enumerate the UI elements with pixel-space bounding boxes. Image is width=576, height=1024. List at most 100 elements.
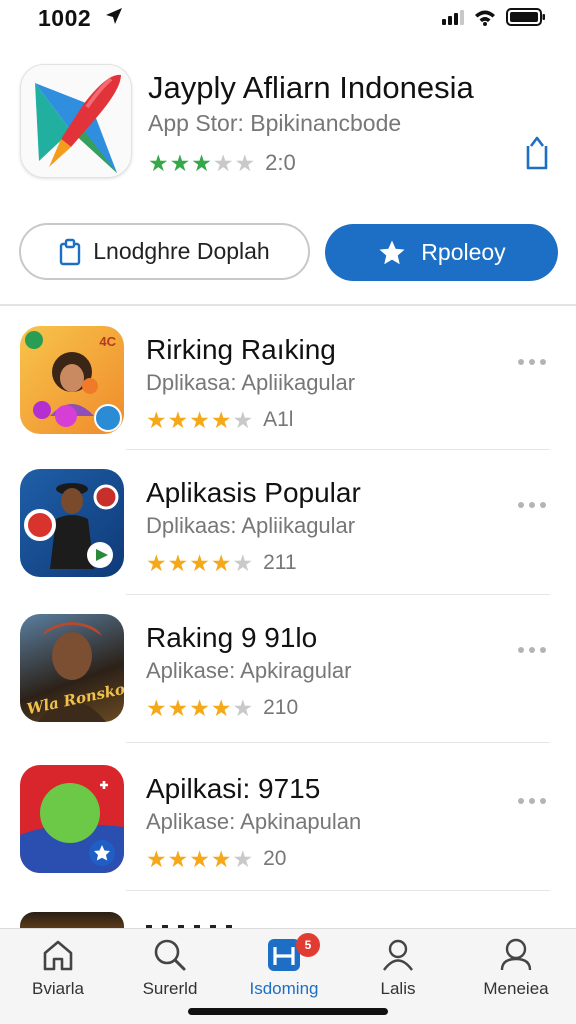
item-rating-value: 211 [263,551,297,574]
item-title: Apilkasi: 9715 [146,773,321,804]
item-rating-value: A1l [263,408,294,431]
home-indicator[interactable] [188,1008,388,1015]
item-title: Aplikasis Popular [146,477,361,508]
tab-label: Surerld [142,979,198,998]
star-icon: ★ [167,406,189,433]
primary-action-label: Rpoleoy [421,239,506,265]
star-icon: ★ [232,549,254,576]
list-item[interactable]: 4C Rirking Raıking Dplikasa: Apliikagula… [20,326,550,456]
game-icon-badge: 4C [99,334,116,349]
section-divider [0,304,576,306]
list-item[interactable]: Apilkasi: 9715 Aplikase: Apkinapulan ★ ★… [20,765,550,895]
more-options-button[interactable] [518,499,550,511]
star-icon: ★ [167,549,189,576]
item-rating: ★ ★ ★ ★ ★ 20 [146,847,286,871]
item-stars: ★ ★ ★ ★ ★ [146,549,254,576]
status-icons [442,8,546,26]
item-title: Raking 9 91lo [146,622,318,653]
star-icon: ★ [212,149,234,176]
secondary-action-label: Lnodghre Doplah [93,238,270,264]
star-icon: ★ [189,694,210,721]
item-stars: ★ ★ ★ ★ ★ [146,845,254,872]
star-icon: ★ [169,149,191,176]
secondary-action-button[interactable]: Lnodghre Doplah [19,223,310,280]
app-stars: ★ ★ ★ ★ ★ [148,149,256,176]
app-icon [20,64,132,178]
star-icon: ★ [167,845,189,872]
star-icon: ★ [189,406,210,433]
tab-person[interactable]: Lalis [348,937,448,1003]
star-icon: ★ [146,549,167,576]
tab-home[interactable]: Bviarla [8,937,108,1003]
item-rating: ★ ★ ★ ★ ★ 211 [146,551,297,575]
item-rating-value: 20 [263,847,287,870]
star-icon: ★ [167,694,189,721]
signal-icon [442,9,464,25]
star-icon: ★ [210,406,232,433]
star-icon: ★ [232,845,254,872]
person-icon [383,939,413,971]
list-item[interactable]: Wla Ronsko Raking 9 91lo Aplikase: Apkir… [20,614,550,744]
tab-label: Lalis [380,979,416,998]
tab-label: Meneiea [483,979,549,998]
star-icon: ★ [232,406,254,433]
item-title: Rirking Raıking [146,334,336,365]
item-divider [126,594,550,595]
star-icon [379,240,405,264]
item-divider [126,890,550,891]
status-bar: 1002 [0,0,576,36]
item-rating-value: 210 [263,696,299,719]
star-icon: ★ [146,845,167,872]
game-icon [20,765,124,873]
home-icon [43,940,73,971]
status-time: 1002 [38,5,92,31]
item-rating: ★ ★ ★ ★ ★ A1l [146,408,293,432]
star-icon: ★ [191,149,212,176]
item-subtitle: Aplikase: Apkinapulan [146,809,362,834]
app-subtitle: App Stor: Bpikinancbode [148,110,402,136]
more-options-button[interactable] [518,356,550,368]
item-subtitle: Dplikasa: Apliikagular [146,370,356,395]
item-subtitle: Dplikaas: Apliikagular [146,513,356,538]
more-options-button[interactable] [518,795,550,807]
star-icon: ★ [189,845,210,872]
star-icon: ★ [189,549,210,576]
tab-profile[interactable]: Meneiea [466,937,566,1003]
wifi-icon [475,10,495,26]
game-icon [20,469,124,577]
item-divider [126,742,550,743]
tab-search[interactable]: Surerld [120,937,220,1003]
tab-label: Bviarla [32,979,84,998]
list-item[interactable]: Aplikasis Popular Dplikaas: Apliikagular… [20,469,550,599]
item-stars: ★ ★ ★ ★ ★ [146,694,254,721]
battery-icon [506,8,545,26]
star-icon: ★ [146,406,167,433]
search-icon [154,939,186,971]
tab-updates[interactable]: 5 Isdoming [234,933,334,1003]
star-icon: ★ [146,694,167,721]
share-icon[interactable] [522,134,552,172]
game-icon: 4C [20,326,124,434]
star-icon: ★ [148,149,169,176]
primary-action-button[interactable]: Rpoleoy [325,224,558,281]
item-subtitle: Aplikase: Apkiragular [146,658,352,683]
clipboard-icon [60,238,81,265]
game-icon: Wla Ronsko [20,614,124,722]
item-divider [126,449,550,450]
item-rating: ★ ★ ★ ★ ★ 210 [146,696,298,720]
app-title: Jayply Afliarn Indonesia [148,70,474,105]
more-options-button[interactable] [518,644,550,656]
tab-label: Isdoming [249,979,319,998]
item-stars: ★ ★ ★ ★ ★ [146,406,254,433]
partial-game-icon [20,912,124,928]
star-icon: ★ [210,549,232,576]
partial-item-title [146,920,296,928]
app-rating-value: 2:0 [265,150,296,175]
star-icon: ★ [232,694,254,721]
profile-icon [500,938,532,971]
app-rating: ★ ★ ★ ★ ★ 2:0 [148,150,296,176]
star-icon: ★ [210,845,232,872]
app-header: Jayply Afliarn Indonesia App Stor: Bpiki… [20,62,560,182]
location-arrow-icon [106,8,122,24]
star-icon: ★ [234,149,256,176]
